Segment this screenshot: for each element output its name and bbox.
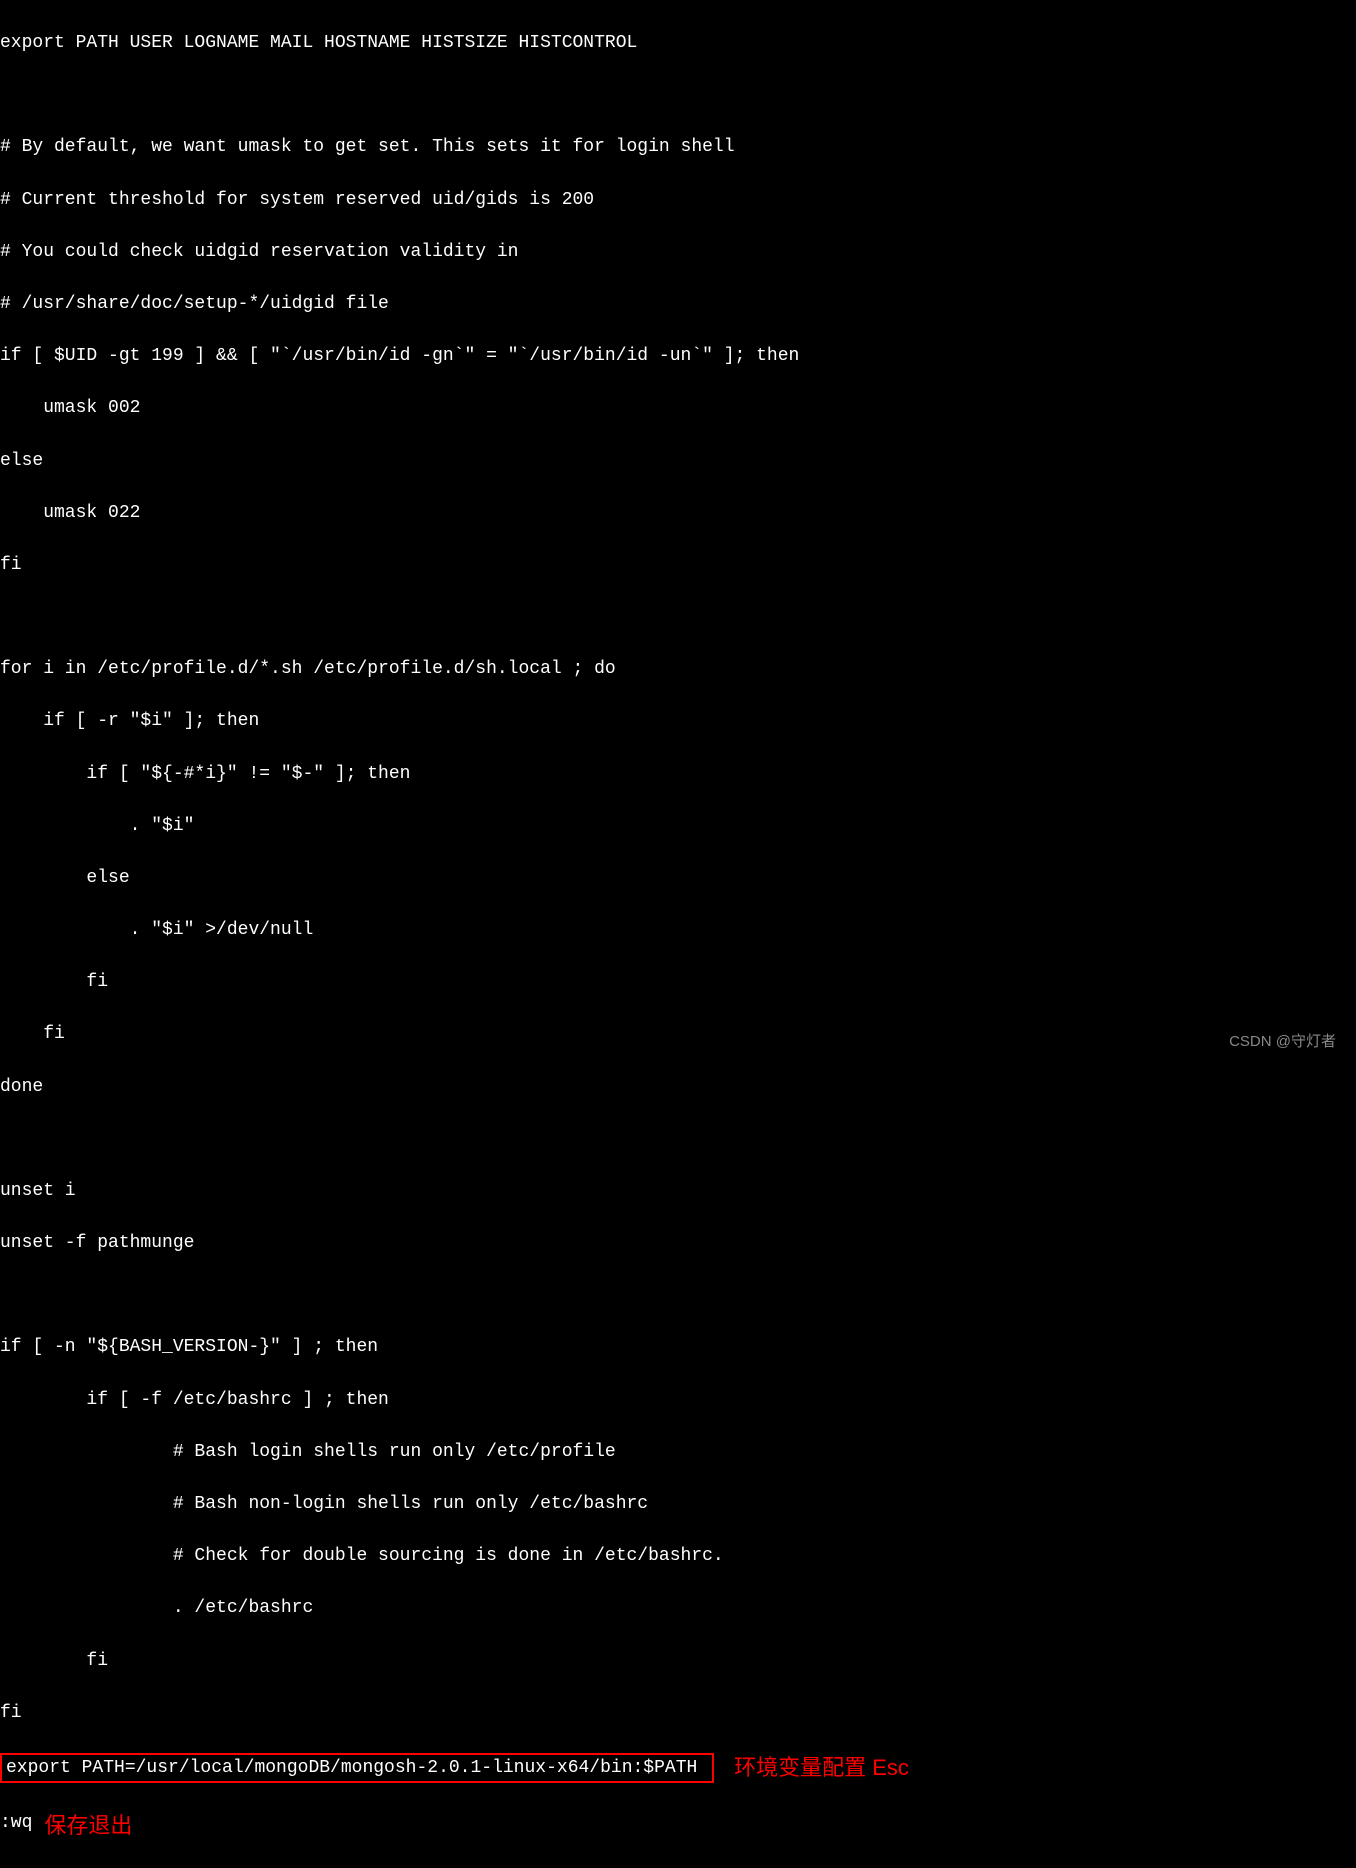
code-line: for i in /etc/profile.d/*.sh /etc/profil… — [0, 656, 1356, 682]
code-line: . /etc/bashrc — [0, 1595, 1356, 1621]
code-line: umask 002 — [0, 395, 1356, 421]
code-line: # /usr/share/doc/setup-*/uidgid file — [0, 291, 1356, 317]
code-line: done — [0, 1074, 1356, 1100]
highlighted-export-row: export PATH=/usr/local/mongoDB/mongosh-2… — [0, 1752, 1356, 1784]
csdn-watermark: CSDN @守灯者 — [1229, 1031, 1336, 1053]
code-line — [0, 1282, 1356, 1308]
vim-wq-command[interactable]: :wq — [0, 1810, 32, 1836]
code-line: # Check for double sourcing is done in /… — [0, 1543, 1356, 1569]
code-line: umask 022 — [0, 500, 1356, 526]
code-line — [0, 82, 1356, 108]
code-line: fi — [0, 1648, 1356, 1674]
terminal-content[interactable]: export PATH USER LOGNAME MAIL HOSTNAME H… — [0, 0, 1356, 1868]
code-line: # Bash non-login shells run only /etc/ba… — [0, 1491, 1356, 1517]
code-line: # Current threshold for system reserved … — [0, 187, 1356, 213]
code-line: . "$i" — [0, 813, 1356, 839]
vim-command-row: :wq 保存退出 — [0, 1810, 1356, 1842]
code-line: else — [0, 448, 1356, 474]
save-exit-annotation: 保存退出 — [44, 1810, 132, 1842]
code-line: fi — [0, 552, 1356, 578]
code-line — [0, 1126, 1356, 1152]
code-line — [0, 604, 1356, 630]
code-line: export PATH USER LOGNAME MAIL HOSTNAME H… — [0, 30, 1356, 56]
code-line: # You could check uidgid reservation val… — [0, 239, 1356, 265]
code-line: fi — [0, 1021, 1356, 1047]
code-line: if [ -r "$i" ]; then — [0, 708, 1356, 734]
code-line: # By default, we want umask to get set. … — [0, 134, 1356, 160]
code-line: # Bash login shells run only /etc/profil… — [0, 1439, 1356, 1465]
code-line: if [ -n "${BASH_VERSION-}" ] ; then — [0, 1334, 1356, 1360]
code-line: fi — [0, 1700, 1356, 1726]
env-config-annotation: 环境变量配置 Esc — [734, 1752, 909, 1784]
export-path-highlight: export PATH=/usr/local/mongoDB/mongosh-2… — [0, 1753, 714, 1783]
code-line: unset i — [0, 1178, 1356, 1204]
code-line: unset -f pathmunge — [0, 1230, 1356, 1256]
code-line: if [ $UID -gt 199 ] && [ "`/usr/bin/id -… — [0, 343, 1356, 369]
code-line: . "$i" >/dev/null — [0, 917, 1356, 943]
code-line: else — [0, 865, 1356, 891]
code-line: fi — [0, 969, 1356, 995]
code-line: if [ -f /etc/bashrc ] ; then — [0, 1387, 1356, 1413]
code-line: if [ "${-#*i}" != "$-" ]; then — [0, 761, 1356, 787]
